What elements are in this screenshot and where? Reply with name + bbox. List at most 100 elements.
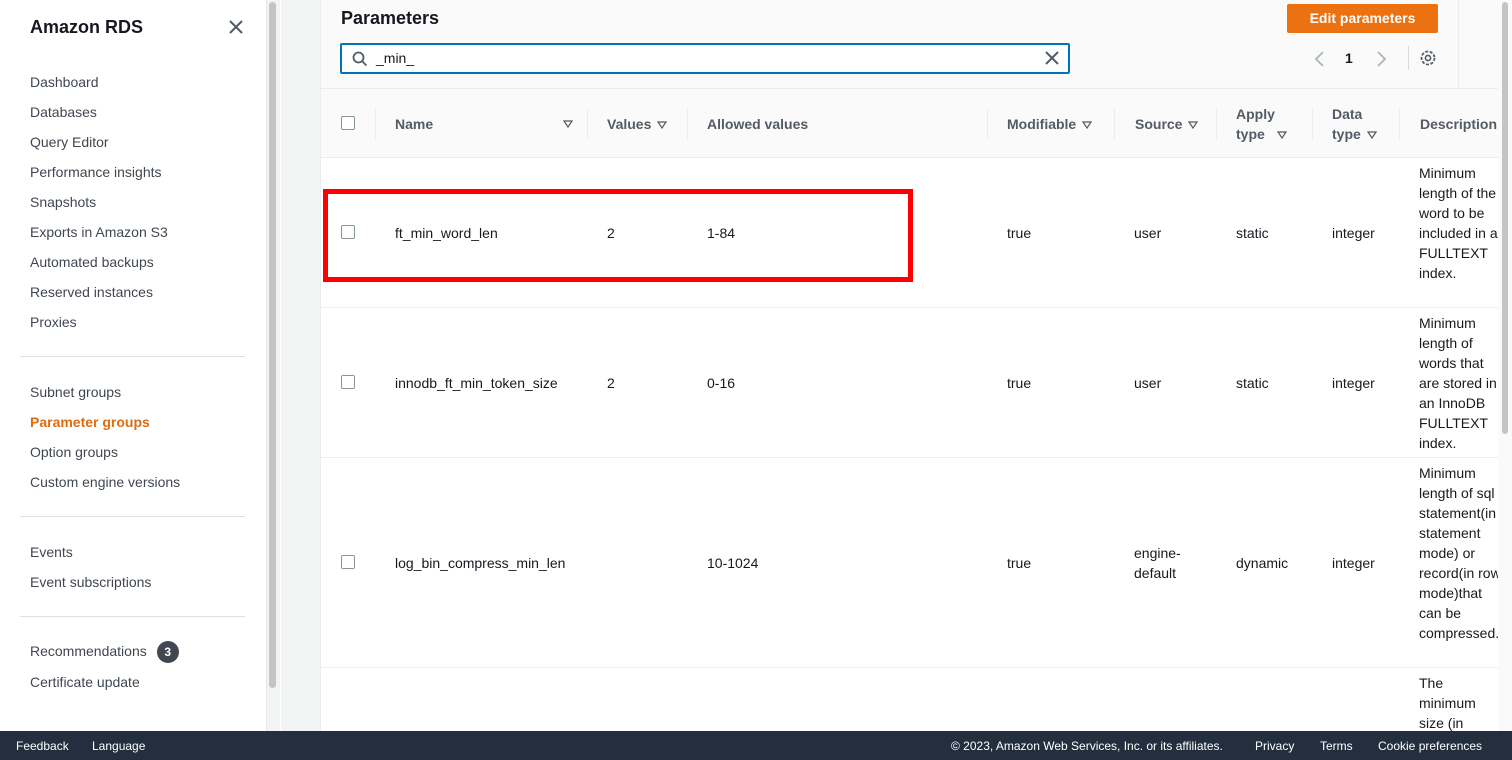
- sidebar-item-custom-engine-versions[interactable]: Custom engine versions: [30, 472, 180, 492]
- sidebar-item-subnet-groups[interactable]: Subnet groups: [30, 382, 121, 402]
- sidebar-divider: [20, 516, 245, 517]
- table-row[interactable]: ft_min_word_len 2 1-84 true user static …: [321, 158, 1498, 308]
- sidebar-scrollbar-thumb[interactable]: [269, 2, 276, 688]
- cell-source: user: [1134, 375, 1162, 391]
- cell-description: The minimum size (in: [1419, 675, 1476, 731]
- search-icon: [352, 51, 368, 67]
- chevron-left-icon[interactable]: [1313, 50, 1327, 68]
- column-divider: [687, 109, 688, 139]
- sidebar-item-reserved-instances[interactable]: Reserved instances: [30, 282, 153, 302]
- count-badge: 3: [156, 641, 179, 664]
- cell-modifiable: true: [1007, 225, 1032, 241]
- sidebar-item-exports-s3[interactable]: Exports in Amazon S3: [30, 222, 168, 242]
- cell-apply-type: static: [1236, 225, 1269, 241]
- sort-icon[interactable]: [1366, 131, 1377, 140]
- cell-source-line: default: [1134, 565, 1177, 581]
- cell-apply-type: static: [1236, 375, 1269, 391]
- cell-allowed-values: 1-84: [707, 225, 736, 241]
- column-header-apply-type[interactable]: Apply type: [1236, 104, 1287, 144]
- gear-icon[interactable]: [1419, 49, 1437, 67]
- sort-icon[interactable]: [657, 121, 668, 130]
- sort-icon[interactable]: [1188, 121, 1199, 130]
- sidebar-item-label: Recommendations: [30, 643, 147, 659]
- sort-icon[interactable]: [563, 120, 573, 128]
- language-link[interactable]: Language: [92, 739, 145, 753]
- sidebar-item-query-editor[interactable]: Query Editor: [30, 132, 109, 152]
- sidebar-item-databases[interactable]: Databases: [30, 102, 97, 122]
- column-header-modifiable[interactable]: Modifiable: [1007, 114, 1093, 134]
- cell-modifiable: true: [1007, 375, 1032, 391]
- sidebar-divider: [20, 616, 245, 617]
- cell-description: Minimum length of the word to be include…: [1419, 165, 1498, 281]
- column-label: Modifiable: [1007, 116, 1077, 132]
- sidebar-item-certificate-update[interactable]: Certificate update: [30, 672, 140, 692]
- sidebar: Amazon RDS Dashboard Databases Query Edi…: [0, 0, 265, 731]
- search-value[interactable]: _min_: [376, 50, 414, 66]
- sidebar-divider: [20, 356, 245, 357]
- column-label: Values: [607, 116, 652, 132]
- sidebar-item-automated-backups[interactable]: Automated backups: [30, 252, 154, 272]
- sidebar-item-performance-insights[interactable]: Performance insights: [30, 162, 162, 182]
- cell-modifiable: true: [1007, 555, 1032, 571]
- cell-description: Minimum length of sql statement(in state…: [1419, 465, 1498, 641]
- row-checkbox[interactable]: [341, 225, 355, 239]
- column-label: Data: [1332, 106, 1363, 122]
- row-checkbox[interactable]: [341, 555, 355, 569]
- column-header-description[interactable]: Description: [1420, 114, 1497, 134]
- sidebar-item-events[interactable]: Events: [30, 542, 73, 562]
- page-number[interactable]: 1: [1345, 50, 1353, 66]
- search-input[interactable]: _min_: [340, 43, 1070, 74]
- cell-name: log_bin_compress_min_len: [395, 555, 566, 571]
- row-checkbox[interactable]: [341, 375, 355, 389]
- sidebar-item-parameter-groups[interactable]: Parameter groups: [30, 412, 150, 432]
- cookie-preferences-link[interactable]: Cookie preferences: [1378, 739, 1482, 753]
- table-row[interactable]: The minimum size (in: [321, 668, 1498, 731]
- page-title: Parameters: [341, 8, 440, 28]
- column-divider: [587, 109, 588, 139]
- cell-value: 2: [607, 375, 615, 391]
- column-divider: [375, 109, 376, 139]
- privacy-link[interactable]: Privacy: [1255, 739, 1294, 753]
- column-divider: [1114, 109, 1115, 139]
- sidebar-item-option-groups[interactable]: Option groups: [30, 442, 118, 462]
- column-label: type: [1236, 126, 1265, 142]
- column-header-data-type[interactable]: Data type: [1332, 104, 1377, 144]
- column-header-values[interactable]: Values: [607, 114, 668, 134]
- column-label: Source: [1135, 116, 1183, 132]
- cell-source: engine- default: [1134, 543, 1181, 583]
- page-scrollbar-thumb[interactable]: [1502, 2, 1508, 434]
- sort-icon[interactable]: [1082, 121, 1093, 130]
- cell-apply-type: dynamic: [1236, 555, 1289, 571]
- sidebar-item-proxies[interactable]: Proxies: [30, 312, 77, 332]
- column-divider: [1399, 109, 1400, 139]
- parameters-panel: Parameters Edit parameters _min_ 1 Name …: [320, 0, 1498, 731]
- sidebar-item-recommendations[interactable]: Recommendations 3: [30, 641, 179, 664]
- chevron-right-icon[interactable]: [1374, 50, 1388, 68]
- cell-allowed-values: 10-1024: [707, 555, 759, 571]
- column-header-source[interactable]: Source: [1135, 114, 1199, 134]
- edit-parameters-button[interactable]: Edit parameters: [1287, 4, 1438, 33]
- table-row[interactable]: log_bin_compress_min_len 10-1024 true en…: [321, 458, 1498, 668]
- cell-data-type: integer: [1332, 375, 1375, 391]
- column-header-allowed-values[interactable]: Allowed values: [707, 114, 808, 134]
- clear-icon[interactable]: [1044, 50, 1060, 66]
- column-divider: [1312, 109, 1313, 139]
- feedback-link[interactable]: Feedback: [16, 739, 69, 753]
- column-divider: [987, 109, 988, 139]
- column-header-name[interactable]: Name: [395, 114, 433, 134]
- sidebar-item-dashboard[interactable]: Dashboard: [30, 72, 99, 92]
- table-row[interactable]: innodb_ft_min_token_size 2 0-16 true use…: [321, 308, 1498, 458]
- terms-link[interactable]: Terms: [1320, 739, 1353, 753]
- cell-allowed-values: 0-16: [707, 375, 736, 391]
- sidebar-item-event-subscriptions[interactable]: Event subscriptions: [30, 572, 151, 592]
- sidebar-item-snapshots[interactable]: Snapshots: [30, 192, 96, 212]
- sort-icon[interactable]: [1276, 131, 1287, 140]
- sidebar-title: Amazon RDS: [30, 17, 144, 37]
- close-icon[interactable]: [226, 17, 246, 37]
- select-all-checkbox[interactable]: [341, 116, 355, 130]
- footer: Feedback Language © 2023, Amazon Web Ser…: [0, 731, 1512, 760]
- column-label: Name: [395, 116, 434, 132]
- cell-source: user: [1134, 225, 1162, 241]
- copyright-text: © 2023, Amazon Web Services, Inc. or its…: [951, 739, 1223, 753]
- panel-header: Parameters Edit parameters _min_ 1: [321, 0, 1498, 89]
